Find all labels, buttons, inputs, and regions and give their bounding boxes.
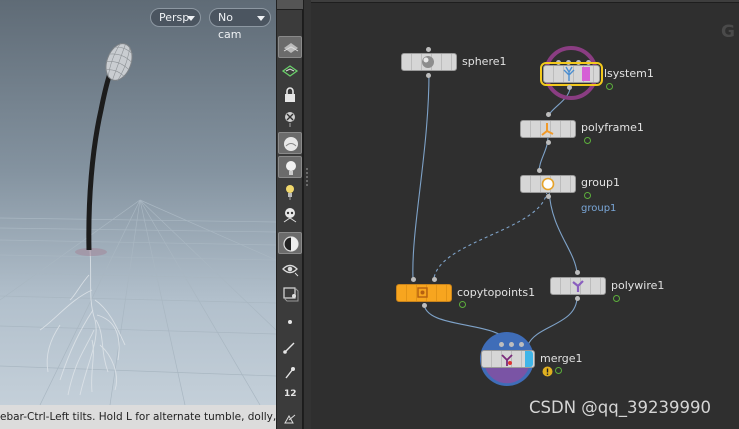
polywire-icon <box>572 280 584 292</box>
normal-display-icon[interactable] <box>278 336 302 358</box>
status-text: ebar-Ctrl-Left tilts. Hold L for alterna… <box>0 411 276 423</box>
node-group-sublabel: group1 <box>581 203 617 214</box>
roots <box>39 249 126 396</box>
node-input-port[interactable] <box>519 342 524 347</box>
sphere-icon <box>422 56 434 68</box>
node-output-port[interactable] <box>422 303 427 308</box>
view-menu[interactable]: Persp <box>150 8 201 27</box>
warning-icon <box>542 366 553 377</box>
point-number-label: 12 <box>284 389 297 399</box>
shading-icon[interactable] <box>278 132 302 154</box>
lsystem-icon <box>563 66 575 81</box>
lock-camera-icon[interactable] <box>278 84 302 106</box>
chevron-down-icon <box>257 16 265 21</box>
camera-menu[interactable]: No cam <box>209 8 271 41</box>
status-bar: ebar-Ctrl-Left tilts. Hold L for alterna… <box>0 405 276 429</box>
view-menu-label: Persp <box>159 11 190 24</box>
template-flag[interactable] <box>582 67 590 81</box>
vector-display-icon[interactable] <box>278 361 302 383</box>
headlight-icon[interactable] <box>278 180 302 202</box>
network-context-label: G <box>721 22 735 42</box>
stalk <box>86 63 117 251</box>
node-input-port[interactable] <box>499 342 504 347</box>
polyframe-icon <box>541 123 554 136</box>
node-label: group1 <box>581 176 620 189</box>
network-editor[interactable]: sphere1 lsystem1 polyframe1 group1 group… <box>311 0 739 429</box>
node-output-port[interactable] <box>575 296 580 301</box>
viewport-scene <box>0 43 276 406</box>
node-status-flag <box>606 83 613 90</box>
display-options-icon[interactable] <box>278 36 302 58</box>
shadows-icon[interactable] <box>278 232 302 254</box>
camera-menu-label: No cam <box>218 11 242 41</box>
node-input-port[interactable] <box>575 270 580 275</box>
node-label: merge1 <box>540 352 583 365</box>
snapping-icon[interactable] <box>278 108 302 130</box>
node-input-port[interactable] <box>411 277 416 282</box>
node-label: polyframe1 <box>581 121 644 134</box>
node-input-port[interactable] <box>537 168 542 173</box>
primitive-number-icon[interactable] <box>278 408 302 429</box>
visibility-icon[interactable] <box>278 258 302 280</box>
point-display-icon[interactable] <box>278 311 302 333</box>
node-output-port[interactable] <box>546 140 551 145</box>
node-status-flag <box>584 137 591 144</box>
lighting-icon[interactable] <box>278 156 302 178</box>
node-status-flag <box>613 295 620 302</box>
node-label: lsystem1 <box>604 67 654 80</box>
pane-splitter[interactable] <box>303 0 311 429</box>
watermark-text: CSDN @qq_39239990 <box>529 398 711 417</box>
node-label: copytopoints1 <box>457 286 536 299</box>
scene-viewport[interactable]: Persp No cam ebar-Ctrl-Left tilts. Hold … <box>0 0 276 429</box>
high-quality-light-icon[interactable] <box>278 204 302 226</box>
group-icon <box>541 177 555 191</box>
toolbar-header <box>277 0 303 10</box>
chevron-down-icon <box>187 16 195 21</box>
display-flag[interactable] <box>525 351 533 367</box>
merge-icon <box>501 354 513 366</box>
node-label: sphere1 <box>462 55 507 68</box>
node-output-port[interactable] <box>546 194 551 199</box>
copy-to-points-icon <box>417 287 428 298</box>
node-output-port[interactable] <box>567 85 572 90</box>
node-input-port[interactable] <box>432 277 437 282</box>
node-input-port[interactable] <box>509 342 514 347</box>
node-input-port[interactable] <box>546 112 551 117</box>
viewport-toolbar: 12 <box>276 0 303 429</box>
node-status-flag <box>555 367 562 374</box>
ground-grid <box>0 199 276 406</box>
node-status-flag <box>459 301 466 308</box>
ghost-geometry-icon[interactable] <box>278 60 302 82</box>
node-status-flag <box>584 192 591 199</box>
node-label: polywire1 <box>611 279 665 292</box>
node-input-port[interactable] <box>426 47 431 52</box>
bounding-box-icon[interactable] <box>278 282 302 304</box>
node-output-port[interactable] <box>426 73 431 78</box>
point-number-icon[interactable]: 12 <box>278 386 302 408</box>
